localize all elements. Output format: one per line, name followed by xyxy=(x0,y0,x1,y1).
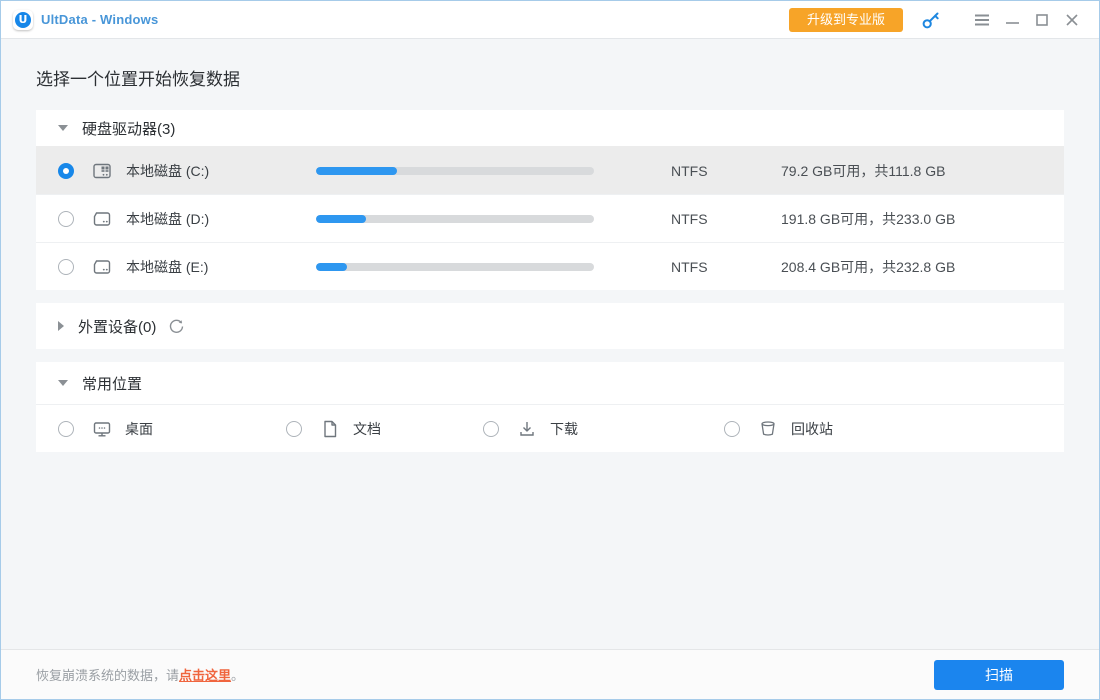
usage-fill xyxy=(316,167,397,175)
location-label: 桌面 xyxy=(125,419,153,439)
app-logo-icon: U xyxy=(13,10,33,30)
common-locations-section: 常用位置 桌面 文档 xyxy=(36,362,1064,452)
chevron-down-icon xyxy=(58,380,68,386)
footer: 恢复崩溃系统的数据，请点击这里。 扫描 xyxy=(1,649,1099,699)
location-item-desktop[interactable]: 桌面 xyxy=(58,405,153,453)
hard-disk-icon xyxy=(92,257,112,277)
scan-button[interactable]: 扫描 xyxy=(934,660,1064,690)
drive-c-radio[interactable] xyxy=(58,163,74,179)
menu-icon[interactable] xyxy=(967,8,997,32)
chevron-down-icon xyxy=(58,125,68,131)
downloads-radio[interactable] xyxy=(483,421,499,437)
download-icon xyxy=(517,419,537,439)
footer-hint-suffix: 。 xyxy=(231,668,244,683)
maximize-button[interactable] xyxy=(1027,8,1057,32)
hard-drives-section: 硬盘驱动器(3) 本地磁盘 (C:) NTFS 79.2 GB可用，共111.8… xyxy=(36,110,1064,290)
page-title: 选择一个位置开始恢复数据 xyxy=(36,65,1099,90)
system-disk-icon xyxy=(92,161,112,181)
chevron-right-icon xyxy=(58,321,64,331)
common-locations-header[interactable]: 常用位置 xyxy=(36,362,1064,404)
drive-d-radio[interactable] xyxy=(58,211,74,227)
document-icon xyxy=(320,419,340,439)
drive-c-usage-bar xyxy=(316,167,594,175)
location-label: 文档 xyxy=(353,419,381,439)
documents-radio[interactable] xyxy=(286,421,302,437)
drive-e-usage-bar xyxy=(316,263,594,271)
drive-e-radio[interactable] xyxy=(58,259,74,275)
refresh-icon[interactable] xyxy=(168,318,185,335)
titlebar: U UltData - Windows 升级到专业版 xyxy=(1,1,1099,39)
location-label: 回收站 xyxy=(791,419,833,439)
recycle-bin-icon xyxy=(758,419,778,439)
location-label: 下载 xyxy=(550,419,578,439)
location-item-documents[interactable]: 文档 xyxy=(286,405,381,453)
license-key-icon[interactable] xyxy=(921,10,941,30)
drive-row-d[interactable]: 本地磁盘 (D:) NTFS 191.8 GB可用，共233.0 GB xyxy=(36,194,1064,242)
location-item-downloads[interactable]: 下载 xyxy=(483,405,578,453)
window-title: UltData - Windows xyxy=(41,12,158,27)
filesystem-label: NTFS xyxy=(671,163,741,179)
filesystem-label: NTFS xyxy=(671,259,741,275)
footer-hint-prefix: 恢复崩溃系统的数据，请 xyxy=(36,668,179,683)
usage-fill xyxy=(316,215,366,223)
upgrade-to-pro-button[interactable]: 升级到专业版 xyxy=(789,8,903,32)
desktop-icon xyxy=(92,419,112,439)
section-label: 常用位置 xyxy=(82,373,142,394)
close-button[interactable] xyxy=(1057,8,1087,32)
desktop-radio[interactable] xyxy=(58,421,74,437)
footer-hint: 恢复崩溃系统的数据，请点击这里。 xyxy=(36,665,244,684)
location-item-recycle-bin[interactable]: 回收站 xyxy=(724,405,833,453)
drive-name: 本地磁盘 (C:) xyxy=(126,161,316,181)
recycle-bin-radio[interactable] xyxy=(724,421,740,437)
common-locations-row: 桌面 文档 下载 回收站 xyxy=(36,404,1064,452)
drive-name: 本地磁盘 (E:) xyxy=(126,257,316,277)
external-devices-section: 外置设备(0) xyxy=(36,303,1064,349)
external-devices-header[interactable]: 外置设备(0) xyxy=(36,303,1064,349)
filesystem-label: NTFS xyxy=(671,211,741,227)
capacity-label: 191.8 GB可用，共233.0 GB xyxy=(781,209,955,229)
capacity-label: 208.4 GB可用，共232.8 GB xyxy=(781,257,955,277)
crashed-system-link[interactable]: 点击这里 xyxy=(179,668,231,683)
section-label: 外置设备(0) xyxy=(78,316,156,337)
hard-disk-icon xyxy=(92,209,112,229)
minimize-button[interactable] xyxy=(997,8,1027,32)
hard-drives-section-header[interactable]: 硬盘驱动器(3) xyxy=(36,110,1064,146)
capacity-label: 79.2 GB可用，共111.8 GB xyxy=(781,161,945,181)
drive-name: 本地磁盘 (D:) xyxy=(126,209,316,229)
drive-d-usage-bar xyxy=(316,215,594,223)
usage-fill xyxy=(316,263,347,271)
drive-row-c[interactable]: 本地磁盘 (C:) NTFS 79.2 GB可用，共111.8 GB xyxy=(36,146,1064,194)
section-label: 硬盘驱动器(3) xyxy=(82,118,175,139)
drive-row-e[interactable]: 本地磁盘 (E:) NTFS 208.4 GB可用，共232.8 GB xyxy=(36,242,1064,290)
